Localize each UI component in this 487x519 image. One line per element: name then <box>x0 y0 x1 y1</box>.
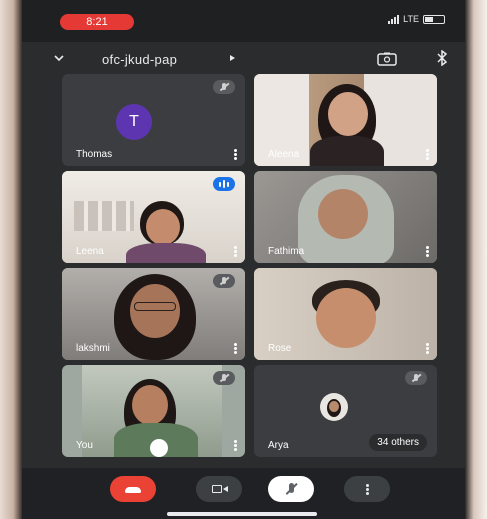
muted-icon <box>213 80 235 94</box>
participant-tile-thomas[interactable]: T Thomas <box>62 74 245 166</box>
home-indicator[interactable] <box>167 512 317 516</box>
status-time: 8:21 <box>60 14 134 30</box>
video-wall-art <box>74 201 134 231</box>
participant-tile-fathima[interactable]: Fathima <box>254 171 437 263</box>
signal-icon <box>388 14 400 24</box>
participant-name: Rose <box>268 343 292 354</box>
muted-icon <box>213 274 235 288</box>
muted-icon <box>213 371 235 385</box>
participant-tile-leena[interactable]: Leena <box>62 171 245 263</box>
more-vert-icon[interactable] <box>234 149 237 160</box>
participant-name: Aleena <box>268 149 300 160</box>
chevron-down-icon[interactable] <box>54 53 64 63</box>
participant-name: Thomas <box>76 149 113 160</box>
participant-tile-aleena[interactable]: Aleena <box>254 74 437 166</box>
participant-name: Arya <box>268 440 289 451</box>
participant-name: Fathima <box>268 246 305 257</box>
video-person-face <box>146 209 180 245</box>
participant-name: lakshmi <box>76 343 110 354</box>
more-vert-icon[interactable] <box>426 149 429 160</box>
background-left <box>0 0 22 519</box>
bluetooth-icon[interactable] <box>436 50 448 66</box>
meeting-info-caret-icon[interactable] <box>230 55 235 61</box>
camera-switch-icon[interactable] <box>377 52 397 66</box>
status-indicators: LTE <box>388 14 445 24</box>
end-call-button[interactable] <box>110 476 156 502</box>
participant-name: Leena <box>76 246 104 257</box>
participant-name: You <box>76 440 93 451</box>
meeting-code[interactable]: ofc-jkud-pap <box>102 52 177 67</box>
more-vert-icon[interactable] <box>234 343 237 354</box>
video-person-glasses <box>134 302 176 311</box>
avatar <box>320 393 348 421</box>
participant-tile-arya[interactable]: Arya 34 others <box>254 365 437 457</box>
more-vert-icon[interactable] <box>234 440 237 451</box>
others-count-badge[interactable]: 34 others <box>369 434 427 451</box>
avatar: T <box>116 104 152 140</box>
participant-tile-lakshmi[interactable]: lakshmi <box>62 268 245 360</box>
participant-tile-you[interactable]: You <box>62 365 245 457</box>
battery-icon <box>423 14 445 24</box>
more-vert-icon[interactable] <box>426 246 429 257</box>
more-vert-icon[interactable] <box>426 343 429 354</box>
participant-tile-rose[interactable]: Rose <box>254 268 437 360</box>
muted-icon <box>405 371 427 385</box>
video-person-body <box>310 136 384 166</box>
video-person-body <box>126 243 206 263</box>
more-options-button[interactable] <box>344 476 390 502</box>
phone-screen: 8:21 LTE ofc-jkud-pap T Thomas Aleena Le… <box>22 0 465 519</box>
video-person-face <box>316 288 376 348</box>
speaking-icon <box>213 177 235 191</box>
background-right <box>465 0 487 519</box>
video-person-face <box>328 92 368 136</box>
mic-toggle-button[interactable] <box>268 476 314 502</box>
network-label: LTE <box>403 14 419 24</box>
camera-toggle-button[interactable] <box>196 476 242 502</box>
video-person-face <box>130 284 180 338</box>
status-bar: 8:21 LTE <box>22 0 465 42</box>
effects-icon[interactable] <box>150 439 168 457</box>
video-person-face <box>318 189 368 239</box>
video-person-face <box>132 385 168 425</box>
more-vert-icon[interactable] <box>234 246 237 257</box>
meeting-header <box>22 42 465 78</box>
